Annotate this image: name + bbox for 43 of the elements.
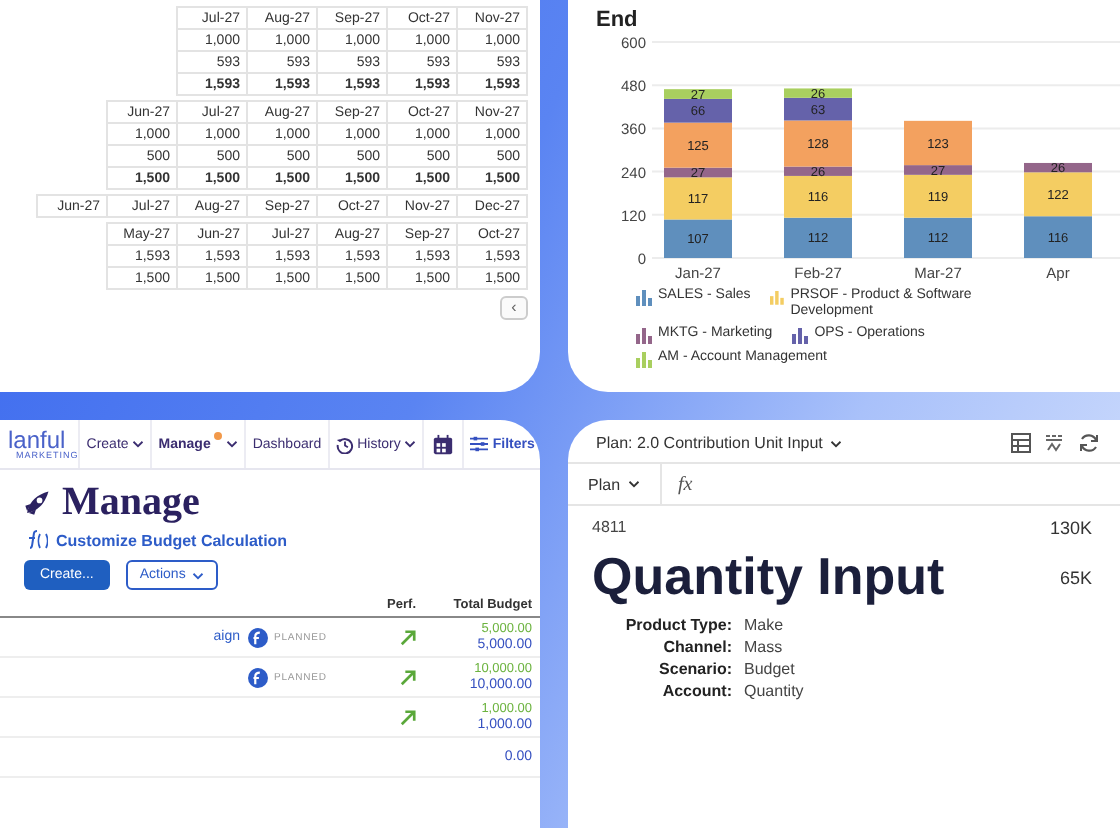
plan-dropdown[interactable]: Plan: [568, 464, 663, 504]
value-label: 65K: [1057, 567, 1092, 587]
scroll-left-button[interactable]: ‹: [500, 296, 528, 320]
customize-link[interactable]: Customize Budget Calculation: [0, 526, 288, 550]
trend-up-icon: [400, 669, 416, 685]
page-heading: Manage: [62, 480, 200, 526]
field-value: Mass: [744, 638, 785, 656]
number-format-icon[interactable]: [1044, 432, 1066, 454]
filter-sliders-icon: [470, 436, 489, 452]
cell-reference: 4811: [592, 518, 629, 538]
trend-up-icon: [400, 709, 416, 725]
bar-segment: [664, 219, 732, 258]
trend-up-icon: [400, 629, 416, 645]
field-label: Product Type:: [623, 616, 732, 634]
caret-icon: [226, 440, 239, 448]
field-label: Channel:: [661, 638, 732, 656]
avatar-icon: [248, 627, 268, 647]
caret-icon: [132, 440, 145, 448]
caret-icon: [830, 439, 843, 447]
bar-segment: [1024, 216, 1092, 258]
formula-symbol: fx: [676, 473, 693, 495]
caret-icon: [404, 440, 417, 448]
field-value: Budget: [744, 660, 797, 678]
field-value: Quantity: [744, 682, 806, 700]
sheet-icon[interactable]: [1010, 432, 1032, 454]
bar-segment: [784, 217, 852, 258]
logo-text: lanful: [8, 427, 66, 452]
field-label: Account:: [660, 682, 732, 700]
caret-icon: [628, 480, 641, 488]
field-value: Make: [744, 616, 786, 634]
calendar-icon: [432, 433, 455, 455]
value-label: 130K: [1047, 518, 1092, 538]
chart-title: End: [596, 8, 640, 32]
field-label: Scenario:: [657, 660, 732, 678]
formula-icon: [24, 530, 48, 550]
bar-segment: [904, 217, 972, 258]
avatar-icon: [248, 667, 268, 687]
history-icon: [335, 435, 354, 453]
refresh-icon[interactable]: [1078, 432, 1100, 454]
rocket-icon: [20, 487, 52, 519]
plan-selector[interactable]: Plan: 2.0 Contribution Unit Input: [596, 434, 843, 452]
sheet-title: Quantity Input: [592, 546, 947, 608]
caret-icon: [191, 571, 204, 579]
